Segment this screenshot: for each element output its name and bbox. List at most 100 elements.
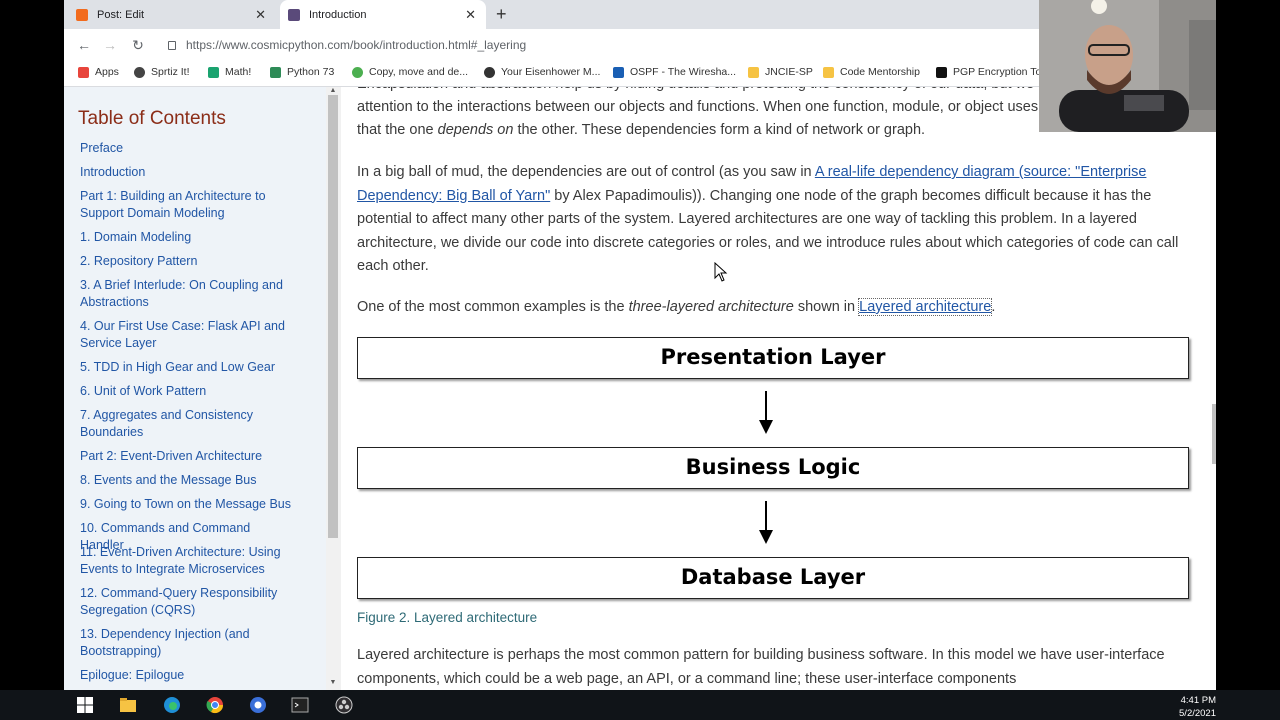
bookmark-eisenhower[interactable]: Your Eisenhower M...	[484, 66, 600, 78]
toc-item-ch3[interactable]: 3. A Brief Interlude: On Coupling and Ab…	[80, 277, 294, 311]
paragraph-dependencies: In a big ball of mud, the dependencies a…	[357, 161, 1202, 279]
new-tab-button[interactable]: +	[496, 4, 507, 25]
bookmark-label: JNCIE-SP	[765, 66, 813, 78]
bookmark-python-73[interactable]: Python 73	[270, 66, 334, 78]
scroll-up-arrow-icon[interactable]: ▲	[328, 87, 338, 94]
text-span: the other. These dependencies form a kin…	[513, 122, 926, 138]
toc-item-ch11[interactable]: 11. Event-Driven Architecture: Using Eve…	[80, 544, 294, 578]
chrome-browser-icon[interactable]	[206, 696, 224, 714]
close-tab-icon[interactable]: ✕	[465, 7, 476, 23]
toc-item-part-1[interactable]: Part 1: Building an Architecture to Supp…	[80, 188, 294, 222]
figure-caption: Figure 2. Layered architecture	[357, 610, 538, 625]
leaf-icon	[352, 66, 363, 78]
chrome-beta-icon[interactable]	[249, 696, 267, 714]
bookmark-sprtiz-it[interactable]: Sprtiz It!	[134, 66, 190, 78]
address-bar[interactable]: https://www.cosmicpython.com/book/introd…	[158, 33, 1058, 57]
page-scrollbar[interactable]	[1200, 87, 1216, 690]
webcam-overlay	[1039, 0, 1216, 132]
wireshark-fin-icon	[613, 66, 624, 78]
main-content: Encapsulation and abstraction help us by…	[357, 87, 1202, 690]
bookmark-label: Math!	[225, 66, 252, 78]
toc-item-ch5[interactable]: 5. TDD in High Gear and Low Gear	[80, 359, 294, 376]
close-tab-icon[interactable]: ✕	[255, 7, 266, 23]
bookmark-pgp[interactable]: PGP Encryption To	[936, 66, 1041, 78]
toc-item-ch2[interactable]: 2. Repository Pattern	[80, 253, 294, 270]
scroll-down-arrow-icon[interactable]: ▼	[328, 679, 338, 686]
right-black-border	[1216, 0, 1280, 690]
emphasis-text: depends on	[437, 122, 514, 138]
webcam-video-image	[1039, 0, 1216, 132]
folder-icon	[748, 66, 759, 78]
bookmark-label: Copy, move and de...	[369, 66, 469, 78]
toc-item-part-2[interactable]: Part 2: Event-Driven Architecture	[80, 448, 294, 465]
toc-item-ch7[interactable]: 7. Aggregates and Consistency Boundaries	[80, 407, 294, 441]
business-logic-box: Business Logic	[357, 447, 1189, 489]
arrowhead-icon	[759, 420, 773, 434]
eisenhower-icon	[484, 66, 495, 78]
s-logo-icon	[270, 66, 281, 78]
edge-browser-icon[interactable]	[163, 696, 181, 714]
text-span: shown in	[793, 299, 860, 315]
url-text: https://www.cosmicpython.com/book/introd…	[186, 38, 527, 52]
toc-title: Table of Contents	[78, 108, 226, 129]
arrowhead-icon	[759, 530, 773, 544]
bookmark-ospf[interactable]: OSPF - The Wiresha...	[613, 66, 736, 78]
toc-item-ch4[interactable]: 4. Our First Use Case: Flask API and Ser…	[80, 318, 294, 352]
lock-icon	[168, 40, 176, 50]
text-span: In a big ball of mud, the dependencies a…	[357, 164, 815, 180]
clock-date: 5/2/2021	[1179, 708, 1216, 719]
page-viewport: Table of Contents Preface Introduction P…	[64, 87, 1216, 690]
toc-item-ch6[interactable]: 6. Unit of Work Pattern	[80, 383, 294, 400]
bookmark-label: Apps	[95, 66, 119, 78]
text-span: that the one	[357, 122, 438, 138]
tab-title: Introduction	[309, 8, 367, 21]
toc-item-ch13[interactable]: 13. Dependency Injection (and Bootstrapp…	[80, 626, 294, 660]
file-explorer-icon[interactable]	[119, 696, 137, 714]
left-black-border	[0, 0, 64, 690]
toc-item-epilogue[interactable]: Epilogue: Epilogue	[80, 667, 294, 684]
system-clock[interactable]: 4:41 PM 5/2/2021	[1168, 694, 1216, 720]
bookmark-label: PGP Encryption To	[953, 66, 1042, 78]
bookmark-jncie-sp[interactable]: JNCIE-SP	[748, 66, 813, 78]
bookmark-copy-move[interactable]: Copy, move and de...	[352, 66, 468, 78]
windows-taskbar	[0, 690, 1280, 720]
blogger-favicon-icon	[76, 8, 88, 21]
tab-title: Post: Edit	[97, 8, 145, 21]
tab-post-edit[interactable]: Post: Edit ✕	[76, 0, 276, 29]
bookmark-label: Code Mentorship	[840, 66, 920, 78]
terminal-icon[interactable]	[291, 696, 309, 714]
back-icon[interactable]: ←	[76, 37, 92, 53]
windows-start-icon[interactable]	[76, 696, 94, 714]
bookmark-math[interactable]: Math!	[208, 66, 251, 78]
layered-architecture-link[interactable]: Layered architecture	[858, 298, 993, 316]
toc-item-ch8[interactable]: 8. Events and the Message Bus	[80, 472, 294, 489]
tab-introduction[interactable]: Introduction ✕	[280, 0, 486, 29]
bookmark-apps[interactable]: Apps	[78, 66, 119, 78]
table-of-contents-sidebar: Table of Contents Preface Introduction P…	[64, 87, 326, 690]
paragraph-layered-intro: Layered architecture is perhaps the most…	[357, 647, 1165, 687]
toc-scrollbar-thumb[interactable]	[328, 95, 338, 538]
toc-item-ch12[interactable]: 12. Command-Query Responsibility Segrega…	[80, 585, 294, 619]
clock-time: 4:41 PM	[1180, 695, 1216, 706]
text-span: .	[991, 299, 996, 315]
emphasis-text: three-layered architecture	[628, 299, 794, 315]
toc-item-ch9[interactable]: 9. Going to Town on the Message Bus	[80, 496, 294, 513]
database-layer-box: Database Layer	[357, 557, 1189, 599]
toc-item-introduction[interactable]: Introduction	[80, 164, 294, 181]
forward-icon[interactable]: →	[102, 37, 118, 53]
text-span: One of the most common examples is the	[357, 299, 629, 315]
presentation-layer-box: Presentation Layer	[357, 337, 1189, 379]
cosmicpython-favicon-icon	[288, 8, 300, 21]
paragraph-three-layered: One of the most common examples is the t…	[357, 296, 1202, 320]
bookmark-code-mentorship[interactable]: Code Mentorship	[823, 66, 920, 78]
obs-studio-icon[interactable]	[335, 696, 353, 714]
reload-icon[interactable]: ↻	[130, 37, 146, 54]
apps-grid-icon	[78, 66, 89, 78]
arrow-down-icon	[765, 391, 767, 421]
toc-item-preface[interactable]: Preface	[80, 140, 294, 157]
bookmark-label: OSPF - The Wiresha...	[630, 66, 736, 78]
toc-item-ch1[interactable]: 1. Domain Modeling	[80, 229, 294, 246]
bookmark-label: Sprtiz It!	[151, 66, 190, 78]
pgp-icon	[936, 66, 947, 78]
folder-icon	[823, 66, 834, 78]
